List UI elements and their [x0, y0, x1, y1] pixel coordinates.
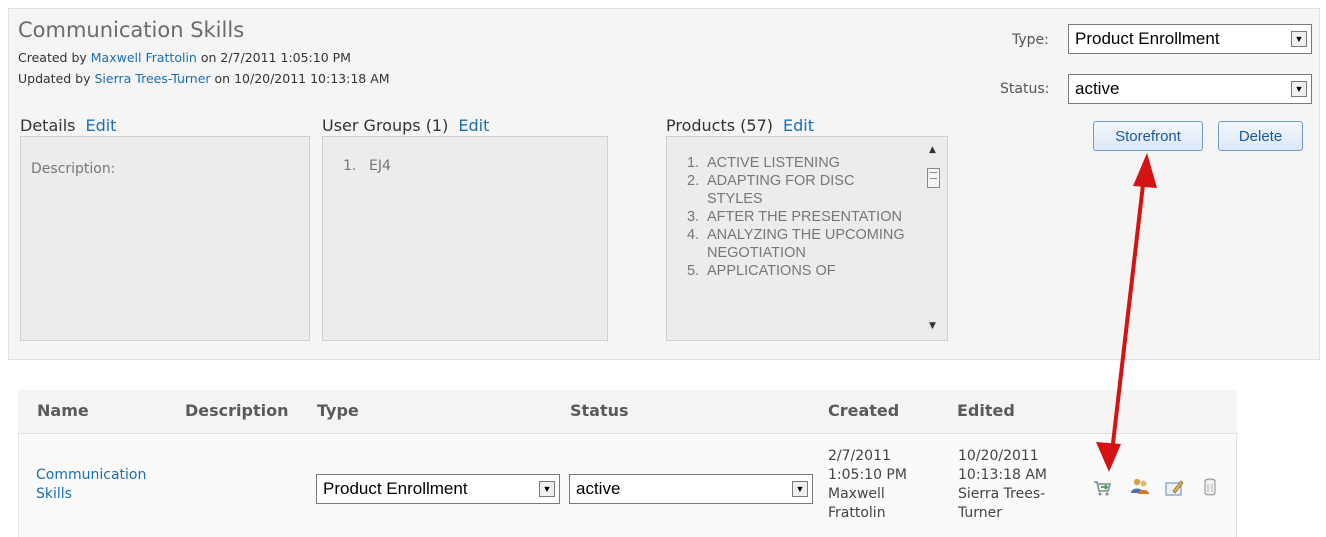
- status-select-value: active: [1075, 79, 1120, 98]
- chevron-down-icon: ▼: [539, 481, 555, 497]
- products-label: Products (57): [666, 116, 774, 135]
- row-type-select[interactable]: Product Enrollment ▼: [316, 474, 560, 504]
- updated-line: Updated by Sierra Trees-Turner on 10/20/…: [18, 71, 390, 86]
- type-label: Type:: [1012, 32, 1049, 48]
- created-on: on 2/7/2011 1:05:10 PM: [200, 50, 351, 65]
- list-item: 1. ACTIVE LISTENING: [687, 155, 840, 171]
- row-status-select-value: active: [576, 479, 621, 498]
- created-prefix: Created by: [18, 50, 87, 65]
- products-list: 1. ACTIVE LISTENING 2. ADAPTING FOR DISC S…: [687, 154, 907, 280]
- created-by-link[interactable]: Maxwell Frattolin: [91, 50, 197, 65]
- header-created[interactable]: Created: [828, 401, 899, 420]
- chevron-down-icon: ▼: [1291, 31, 1307, 47]
- row-edited: 10/20/2011 10:13:18 AM Sierra Trees- Tur…: [958, 448, 1047, 521]
- header-status[interactable]: Status: [570, 401, 629, 420]
- header-name[interactable]: Name: [37, 401, 89, 420]
- products-edit-link[interactable]: Edit: [783, 116, 814, 135]
- user-groups-list: 1. EJ4: [343, 157, 607, 175]
- user-groups-box: 1. EJ4: [322, 136, 608, 341]
- created-line: Created by Maxwell Frattolin on 2/7/2011…: [18, 50, 351, 65]
- edit-note-icon[interactable]: [1164, 478, 1184, 498]
- products-header: Products (57) Edit: [666, 116, 814, 135]
- storefront-button[interactable]: Storefront: [1093, 121, 1203, 151]
- storefront-cart-icon[interactable]: [1092, 478, 1112, 498]
- description-label: Description:: [31, 161, 116, 177]
- chevron-down-icon: ▼: [1291, 81, 1307, 97]
- updated-by-link[interactable]: Sierra Trees-Turner: [95, 71, 211, 86]
- header-type[interactable]: Type: [317, 401, 359, 420]
- user-group-icon[interactable]: [1130, 476, 1150, 496]
- row-status-select[interactable]: active ▼: [569, 474, 813, 504]
- list-item: 2. ADAPTING FOR DISC STYLES: [687, 173, 855, 207]
- products-scrollbar[interactable]: ▲ ▼: [925, 141, 943, 337]
- list-item: 5. APPLICATIONS OF: [687, 263, 836, 279]
- products-box: 1. ACTIVE LISTENING 2. ADAPTING FOR DISC S…: [666, 136, 948, 341]
- details-header: Details Edit: [20, 116, 116, 135]
- table-row-name: Communication Skills: [36, 466, 186, 504]
- type-select[interactable]: Product Enrollment ▼: [1068, 24, 1312, 54]
- type-select-value: Product Enrollment: [1075, 29, 1220, 48]
- header-description[interactable]: Description: [185, 401, 288, 420]
- row-created: 2/7/2011 1:05:10 PM Maxwell Frattolin: [828, 448, 907, 521]
- delete-trash-icon[interactable]: [1200, 477, 1220, 497]
- list-item: 1. EJ4: [343, 158, 391, 174]
- scroll-thumb[interactable]: [927, 168, 940, 188]
- details-edit-link[interactable]: Edit: [85, 116, 116, 135]
- status-label: Status:: [1000, 81, 1050, 97]
- scroll-up-icon[interactable]: ▲: [929, 145, 936, 155]
- scroll-down-icon[interactable]: ▼: [929, 321, 936, 331]
- details-label: Details: [20, 116, 76, 135]
- row-type-select-value: Product Enrollment: [323, 479, 468, 498]
- list-item: 4. ANALYZING THE UPCOMING NEGOTIATION: [687, 227, 905, 261]
- user-groups-label: User Groups (1): [322, 116, 449, 135]
- row-name-link[interactable]: Communication Skills: [36, 467, 146, 502]
- user-groups-header: User Groups (1) Edit: [322, 116, 489, 135]
- delete-button[interactable]: Delete: [1218, 121, 1303, 151]
- page-title: Communication Skills: [18, 18, 245, 42]
- user-groups-edit-link[interactable]: Edit: [458, 116, 489, 135]
- updated-prefix: Updated by: [18, 71, 91, 86]
- list-item: 3. AFTER THE PRESENTATION: [687, 209, 902, 225]
- details-box: Description:: [20, 136, 310, 341]
- updated-on: on 10/20/2011 10:13:18 AM: [214, 71, 390, 86]
- header-edited[interactable]: Edited: [957, 401, 1015, 420]
- status-select[interactable]: active ▼: [1068, 74, 1312, 104]
- chevron-down-icon: ▼: [792, 481, 808, 497]
